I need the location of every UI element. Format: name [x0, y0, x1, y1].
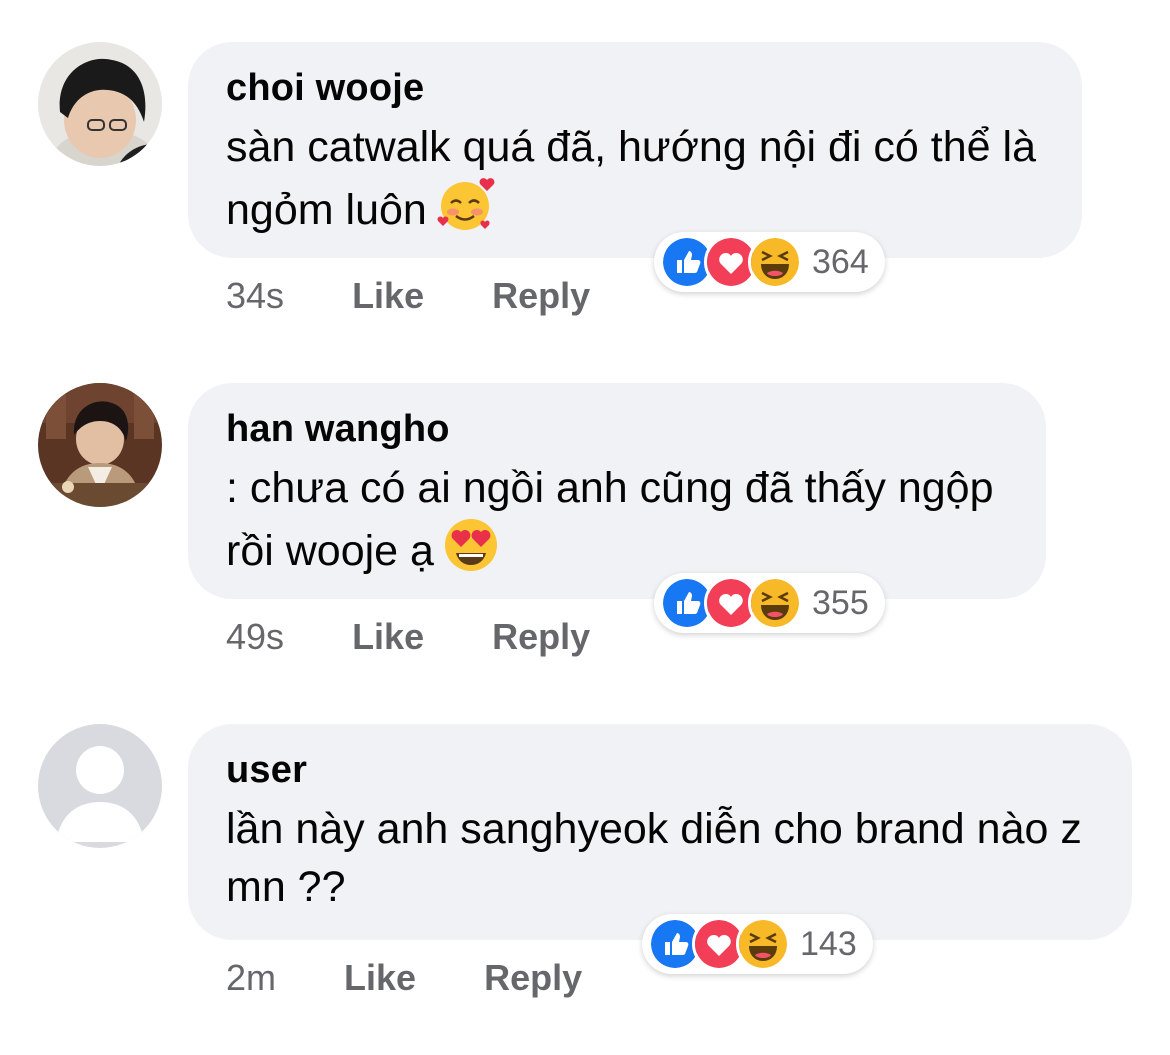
avatar-photo	[38, 383, 162, 507]
reaction-summary[interactable]: 364	[654, 232, 885, 292]
reply-button[interactable]: Reply	[492, 275, 590, 316]
avatar-photo	[38, 42, 162, 166]
avatar[interactable]	[38, 724, 162, 848]
comment-text-content: : chưa có ai ngồi anh cũng đã thấy ngộp …	[226, 464, 994, 575]
comment-timestamp[interactable]: 49s	[226, 616, 284, 657]
comment-item: han wangho : chưa có ai ngồi anh cũng đã…	[0, 341, 1170, 671]
comment-text-content: sàn catwalk quá đã, hướng nội đi có thể …	[226, 123, 1036, 234]
comment-bubble: user lần này anh sanghyeok diễn cho bran…	[188, 724, 1132, 940]
comment-bubble: han wangho : chưa có ai ngồi anh cũng đã…	[188, 383, 1046, 599]
comment-text-content: lần này anh sanghyeok diễn cho brand nào…	[226, 805, 1082, 911]
reaction-count: 143	[800, 925, 857, 963]
comment-item: choi wooje sàn catwalk quá đã, hướng nội…	[0, 0, 1170, 330]
comment-bubble: choi wooje sàn catwalk quá đã, hướng nội…	[188, 42, 1082, 258]
comment-item: user lần này anh sanghyeok diễn cho bran…	[0, 682, 1170, 1012]
comment-timestamp[interactable]: 34s	[226, 275, 284, 316]
like-button[interactable]: Like	[344, 957, 416, 998]
reply-button[interactable]: Reply	[492, 616, 590, 657]
haha-reaction-icon	[748, 576, 802, 630]
comment-meta: 2m Like Reply	[226, 956, 582, 1000]
smiling-face-with-hearts-icon	[435, 176, 495, 247]
comment-text: sàn catwalk quá đã, hướng nội đi có thể …	[226, 118, 1042, 247]
comment-author[interactable]: user	[226, 746, 1092, 794]
comment-author[interactable]: han wangho	[226, 405, 1006, 453]
reaction-count: 355	[812, 584, 869, 622]
reply-button[interactable]: Reply	[484, 957, 582, 998]
comment-text: : chưa có ai ngồi anh cũng đã thấy ngộp …	[226, 459, 1006, 588]
comment-meta: 34s Like Reply	[226, 274, 590, 318]
haha-reaction-icon	[736, 917, 790, 971]
avatar[interactable]	[38, 383, 162, 507]
comment-author[interactable]: choi wooje	[226, 64, 1042, 112]
heart-eyes-icon	[442, 517, 500, 588]
like-button[interactable]: Like	[352, 616, 424, 657]
haha-reaction-icon	[748, 235, 802, 289]
comment-text: lần này anh sanghyeok diễn cho brand nào…	[226, 800, 1092, 916]
reaction-count: 364	[812, 243, 869, 281]
avatar[interactable]	[38, 42, 162, 166]
like-button[interactable]: Like	[352, 275, 424, 316]
reaction-summary[interactable]: 143	[642, 914, 873, 974]
reaction-summary[interactable]: 355	[654, 573, 885, 633]
comment-timestamp[interactable]: 2m	[226, 957, 276, 998]
comment-meta: 49s Like Reply	[226, 615, 590, 659]
default-user-icon	[38, 724, 162, 848]
